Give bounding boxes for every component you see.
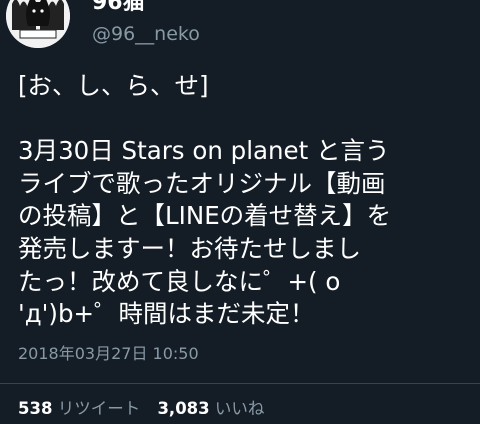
tweet-text-line: 'д')b+゜時間はまだ未定！ bbox=[18, 299, 315, 329]
display-name[interactable]: 96猫 bbox=[92, 0, 145, 16]
tweet-stats: 538 リツイート 3,083 いいね bbox=[18, 397, 264, 421]
tweet-text-line: の投稿】と【LINEの着せ替え】を bbox=[18, 201, 392, 231]
retweets-stat[interactable]: 538 リツイート bbox=[18, 397, 140, 421]
tweet-text: [お、し、ら、せ] 3月30日 Stars on planet と言う ライブで… bbox=[18, 70, 478, 331]
likes-stat[interactable]: 3,083 いいね bbox=[157, 397, 264, 421]
tweet-text-line: 発売しますー！お待たせしまし bbox=[18, 233, 361, 263]
tweet-text-line: ライブで歌ったオリジナル【動画 bbox=[18, 168, 386, 198]
avatar[interactable] bbox=[6, 0, 70, 48]
cat-silhouette-icon bbox=[6, 0, 70, 48]
tweet-timestamp[interactable]: 2018年03月27日 10:50 bbox=[18, 343, 199, 365]
user-handle[interactable]: @96__neko bbox=[92, 22, 200, 46]
tweet-text-line: たっ！改めて良しなに゜+( o bbox=[18, 266, 341, 296]
retweet-count: 538 bbox=[18, 399, 53, 418]
like-label: いいね bbox=[214, 399, 265, 418]
like-count: 3,083 bbox=[157, 399, 210, 418]
retweet-label: リツイート bbox=[57, 399, 141, 418]
divider bbox=[0, 383, 480, 384]
tweet-text-line: [お、し、ら、せ] bbox=[18, 71, 209, 100]
tweet-text-line: 3月30日 Stars on planet と言う bbox=[18, 136, 390, 166]
